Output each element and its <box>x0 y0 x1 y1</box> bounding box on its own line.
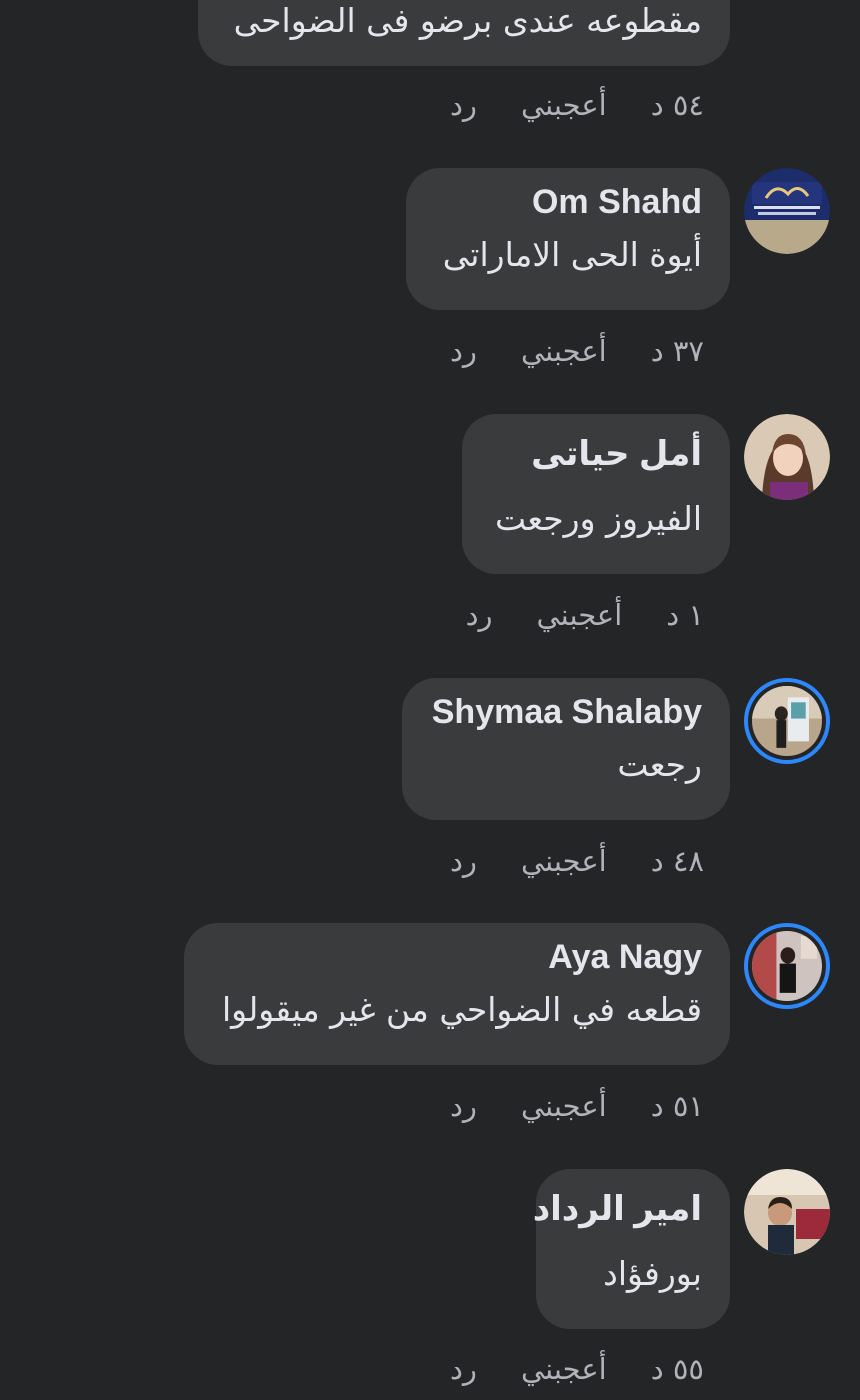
comment-author[interactable]: امير الرداد <box>533 1189 702 1229</box>
comment-actions: ٥٤ د أعجبني رد <box>450 88 704 122</box>
comment-bubble: امير الرداد بورفؤاد <box>533 1169 730 1329</box>
comment-bubble: Om Shahd أيوة الحى الاماراتى <box>406 168 730 310</box>
avatar-image <box>752 686 822 756</box>
avatar[interactable] <box>744 923 830 1009</box>
like-button[interactable]: أعجبني <box>521 1352 607 1386</box>
avatar[interactable] <box>744 414 830 500</box>
reply-button[interactable]: رد <box>450 1089 477 1123</box>
like-button[interactable]: أعجبني <box>521 844 607 878</box>
like-button[interactable]: أعجبني <box>537 598 623 632</box>
comment-bubble: Shymaa Shalaby رجعت <box>402 678 730 820</box>
avatar[interactable] <box>744 1169 830 1255</box>
like-button[interactable]: أعجبني <box>521 88 607 122</box>
comment-bubble: مقطوعه عندى برضو فى الضواحى <box>198 0 730 66</box>
avatar[interactable] <box>744 678 830 764</box>
comment-author[interactable]: أمل حياتى <box>490 434 702 474</box>
comment-time: ٤٨ د <box>650 844 704 878</box>
comment-time: ٣٧ د <box>650 334 704 368</box>
comment-actions: ٤٨ د أعجبني رد <box>450 844 704 878</box>
comment-text: مقطوعه عندى برضو فى الضواحى <box>233 1 702 40</box>
comment-time: ٥٤ د <box>650 88 704 122</box>
reply-button[interactable]: رد <box>450 1352 477 1386</box>
reply-button[interactable]: رد <box>450 88 477 122</box>
reply-button[interactable]: رد <box>450 844 477 878</box>
comment-time: ٥٥ د <box>650 1352 704 1386</box>
comment-actions: ٣٧ د أعجبني رد <box>450 334 704 368</box>
avatar-image <box>744 414 830 500</box>
comment-bubble: Aya Nagy قطعه في الضواحي من غير ميقولوا <box>184 923 730 1065</box>
reply-button[interactable]: رد <box>450 334 477 368</box>
avatar[interactable] <box>744 168 830 254</box>
comment-text: رجعت <box>617 745 702 784</box>
comment-author[interactable]: Shymaa Shalaby <box>430 692 702 732</box>
comment-actions: ١ د أعجبني رد <box>466 598 704 632</box>
comment-author[interactable]: Aya Nagy <box>212 937 702 977</box>
avatar-image <box>744 168 830 254</box>
comment-text: قطعه في الضواحي من غير ميقولوا <box>221 990 702 1029</box>
reply-button[interactable]: رد <box>466 598 493 632</box>
comment-text: بورفؤاد <box>603 1254 702 1293</box>
comment-bubble: أمل حياتى الفيروز ورجعت <box>462 414 730 574</box>
comment-text: الفيروز ورجعت <box>494 499 702 538</box>
comment-author[interactable]: Om Shahd <box>434 182 702 222</box>
comment-actions: ٥١ د أعجبني رد <box>450 1089 704 1123</box>
like-button[interactable]: أعجبني <box>521 334 607 368</box>
comment-time: ٥١ د <box>650 1089 704 1123</box>
comment-actions: ٥٥ د أعجبني رد <box>450 1352 704 1386</box>
avatar-image <box>752 931 822 1001</box>
like-button[interactable]: أعجبني <box>521 1089 607 1123</box>
comment-time: ١ د <box>666 598 704 632</box>
comment-text: أيوة الحى الاماراتى <box>442 235 702 274</box>
avatar-image <box>744 1169 830 1255</box>
